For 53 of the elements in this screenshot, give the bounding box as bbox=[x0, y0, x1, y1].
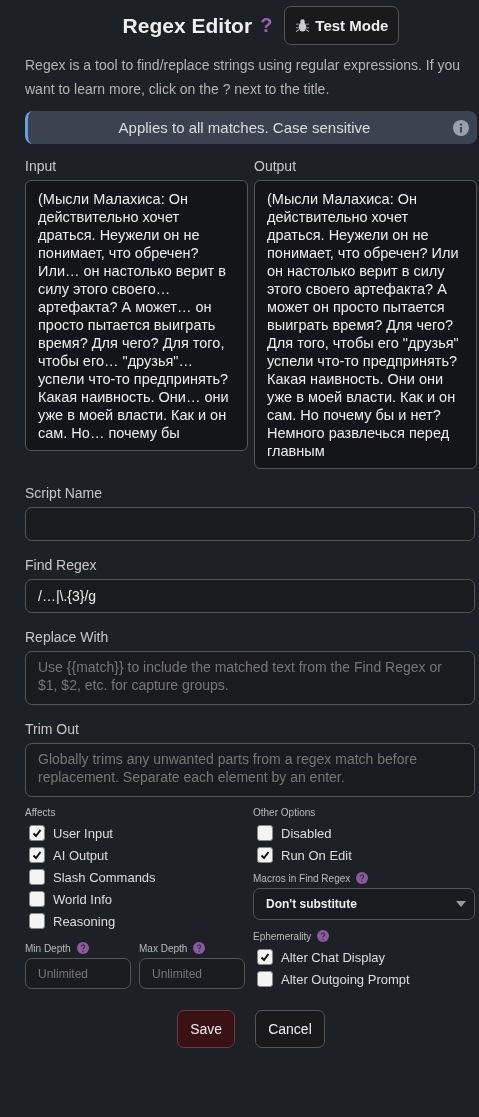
help-icon[interactable] bbox=[76, 942, 89, 954]
test-mode-button[interactable]: Test Mode bbox=[284, 6, 400, 45]
checkbox[interactable] bbox=[257, 847, 273, 863]
info-text: Applies to all matches. Case sensitive bbox=[117, 119, 372, 136]
field-label: Min Depth bbox=[25, 942, 71, 954]
checkbox[interactable] bbox=[29, 869, 45, 885]
depth-field[interactable]: Unlimited bbox=[25, 958, 131, 989]
section-label: Affects bbox=[25, 807, 57, 818]
section-label: Macros in Find Regex bbox=[253, 872, 351, 884]
cancel-button[interactable]: Cancel bbox=[255, 1010, 325, 1048]
bug-icon bbox=[295, 18, 311, 33]
field-label: Script Name bbox=[25, 485, 104, 501]
text-field[interactable] bbox=[25, 507, 475, 541]
text-area[interactable]: Globally trims any unwanted parts from a regex match before replacement. Separate each element by an enter. bbox=[25, 743, 475, 797]
checkbox[interactable] bbox=[29, 913, 45, 929]
input-text-area[interactable]: (Мысли Малахиса: Он действительно хочет драться. Неужели он не понимает, что обречен? Или… он настолько верит в силу этого своего… артефакта? А может… он просто пытается выиграть время? Для чего? Для того, чтобы его… "друзья"… успели что-то предпринять? Какая наивность. Они… они уже в моей власти. Как и он сам. Но… почему бы bbox=[25, 180, 248, 451]
help-link[interactable]: ? bbox=[260, 14, 273, 37]
checkbox[interactable] bbox=[29, 891, 45, 907]
field-label: Trim Out bbox=[25, 721, 80, 737]
checkbox[interactable] bbox=[257, 949, 273, 965]
save-button[interactable]: Save bbox=[177, 1010, 236, 1048]
checkbox[interactable] bbox=[257, 825, 273, 841]
field-label: Input bbox=[25, 158, 58, 174]
field-label: Replace With bbox=[25, 629, 110, 645]
checkbox-label[interactable]: Disabled bbox=[281, 825, 332, 841]
checkbox[interactable] bbox=[257, 971, 273, 987]
help-icon[interactable] bbox=[317, 930, 330, 942]
checkbox-label[interactable]: User Input bbox=[53, 825, 113, 841]
text-field[interactable]: /…|\.{3}/g bbox=[25, 579, 475, 613]
macros-dropdown[interactable]: Don't substitute bbox=[253, 888, 475, 920]
checkbox-label[interactable]: Run On Edit bbox=[281, 847, 352, 863]
info-icon bbox=[453, 119, 469, 136]
description-text: Regex is a tool to find/replace strings using regular expressions. If you want to learn more, click on the ? next to the title. bbox=[25, 56, 461, 99]
dialog-title: Regex Editor bbox=[122, 13, 253, 38]
depth-field[interactable]: Unlimited bbox=[139, 958, 245, 989]
checkbox-label[interactable]: World Info bbox=[53, 891, 112, 907]
checkbox-label[interactable]: Reasoning bbox=[53, 913, 116, 929]
field-label: Max Depth bbox=[139, 942, 188, 954]
checkbox-label[interactable]: Slash Commands bbox=[53, 869, 156, 885]
field-label: Find Regex bbox=[25, 557, 98, 573]
caret-icon bbox=[456, 901, 466, 907]
section-label: Other Options bbox=[253, 807, 317, 818]
checkbox[interactable] bbox=[29, 825, 45, 841]
output-text-area: (Мысли Малахиса: Он действительно хочет драться. Неужели он не понимает, что обречен? Или он настолько верит в силу этого своего артефакта? А может он просто пытается выиграть время? Для чего? Для того, чтобы его "друзья" успели что-то предпринять? Какая наивность. Они они уже в моей власти. Как и он сам. Но почему бы и нет? Немного развлечься перед главным bbox=[254, 180, 477, 469]
checkbox-label[interactable]: Alter Chat Display bbox=[281, 949, 386, 965]
text-area[interactable]: Use {{match}} to include the matched text from the Find Regex or $1, $2, etc. for capture groups. bbox=[25, 651, 475, 705]
checkbox[interactable] bbox=[29, 847, 45, 863]
checkbox-label[interactable]: AI Output bbox=[53, 847, 108, 863]
help-icon[interactable] bbox=[356, 872, 369, 884]
field-label: Output bbox=[254, 158, 298, 174]
section-label: Ephemerality bbox=[253, 930, 312, 942]
checkbox-label[interactable]: Alter Outgoing Prompt bbox=[281, 971, 410, 987]
help-icon[interactable] bbox=[193, 942, 206, 954]
